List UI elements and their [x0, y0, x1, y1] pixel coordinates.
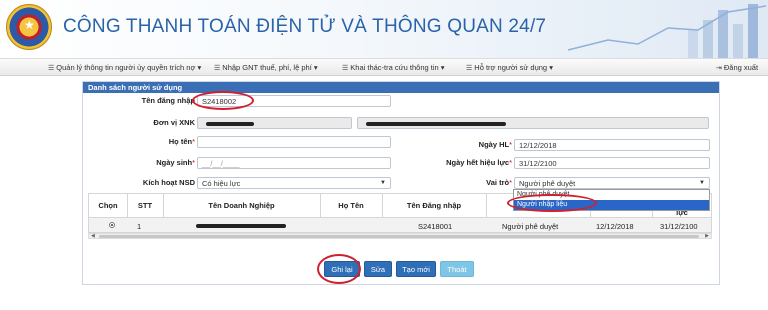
col-header-username: Tên Đăng nhập [406, 201, 462, 210]
scroll-thumb[interactable] [99, 235, 699, 238]
unit-code-field [197, 117, 352, 129]
col-header-fullname: Họ Tên [338, 201, 364, 210]
nav-item-support[interactable]: ☰ Hỗ trợ người sử dụng ▾ [466, 63, 553, 72]
main-navbar: ☰ Quản lý thông tin người ủy quyền trích … [0, 58, 768, 76]
col-header-stt: STT [137, 201, 153, 210]
logout-icon: ⇥ [716, 64, 722, 72]
annotation-circle-save [317, 254, 361, 284]
chevron-down-icon: ▼ [699, 180, 705, 186]
unit-name-field [357, 117, 709, 129]
active-select[interactable]: Có hiệu lực ▼ [197, 177, 391, 189]
annotation-circle-username [192, 91, 254, 110]
effective-date-field[interactable]: 12/12/2018 [514, 139, 710, 151]
role-select[interactable]: Người phê duyệt ▼ [514, 177, 710, 189]
list-icon: ☰ [342, 64, 349, 72]
chevron-down-icon: ▼ [380, 180, 386, 186]
list-icon: ☰ [466, 64, 473, 72]
annotation-circle-role [507, 194, 597, 212]
panel-title: Danh sách người sử dụng [83, 82, 719, 93]
scroll-left-icon[interactable]: ◀ [91, 233, 95, 239]
edit-button[interactable]: Sửa [364, 261, 392, 277]
dob-label: Ngày sinh* [156, 158, 195, 167]
effective-date-label: Ngày HL* [478, 140, 512, 149]
username-label: Tên đăng nhập [141, 96, 195, 105]
col-header-select: Chọn [98, 201, 118, 210]
row-select-radio[interactable] [109, 222, 115, 228]
expiry-date-label: Ngày hết hiệu lực* [446, 158, 512, 167]
active-label: Kích hoạt NSD [142, 178, 195, 187]
dob-field[interactable]: __/__/____ [197, 157, 391, 169]
table-hscrollbar[interactable]: ◀ ▶ [88, 233, 712, 239]
row-from-date: 12/12/2018 [596, 222, 634, 231]
logout-link[interactable]: ⇥ Đăng xuất [716, 63, 758, 72]
site-header: ★ CÔNG THANH TOÁN ĐIỆN TỬ VÀ THÔNG QUAN … [0, 0, 768, 58]
fullname-label: Họ tên* [168, 137, 195, 146]
list-icon: ☰ [214, 64, 221, 72]
create-button[interactable]: Tạo mới [396, 261, 436, 277]
row-to-date: 31/12/2100 [660, 222, 698, 231]
unit-label: Đơn vị XNK [153, 118, 195, 127]
header-decoration [567, 4, 767, 58]
nav-item-lookup[interactable]: ☰ Khai thác-tra cứu thông tin ▾ [342, 63, 445, 72]
nav-item-payment-entry[interactable]: ☰ Nhập GNT thuế, phí, lệ phí ▾ [214, 63, 318, 72]
site-title: CÔNG THANH TOÁN ĐIỆN TỬ VÀ THÔNG QUAN 24… [63, 16, 547, 37]
fullname-field[interactable] [197, 136, 391, 148]
customs-emblem-icon: ★ [6, 4, 52, 50]
row-username: S2418001 [418, 222, 453, 231]
nav-item-delegation[interactable]: ☰ Quản lý thông tin người ủy quyền trích … [48, 63, 201, 72]
company-redaction [196, 224, 286, 228]
row-stt: 1 [137, 222, 142, 231]
role-label: Vai trò* [486, 178, 512, 187]
col-header-company: Tên Doanh Nghiệp [208, 201, 275, 210]
list-icon: ☰ [48, 64, 55, 72]
scroll-right-icon[interactable]: ▶ [705, 233, 709, 239]
row-role: Người phê duyệt [502, 222, 559, 231]
exit-button[interactable]: Thoát [440, 261, 474, 277]
expiry-date-field[interactable]: 31/12/2100 [514, 157, 710, 169]
